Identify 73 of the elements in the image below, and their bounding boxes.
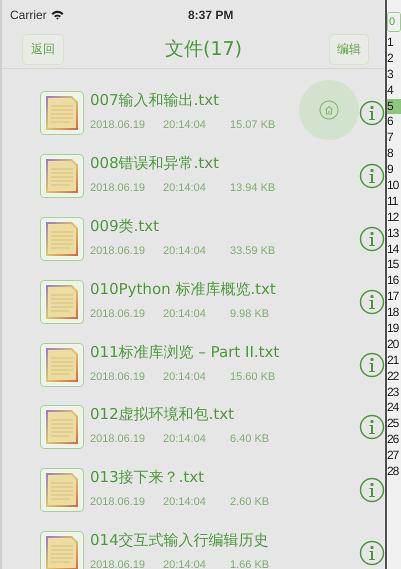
file-size: 6.40 KB bbox=[230, 433, 270, 446]
line-number[interactable]: 26 bbox=[387, 432, 401, 448]
document-icon bbox=[40, 154, 84, 198]
info-icon[interactable] bbox=[359, 288, 385, 315]
line-number[interactable]: 8 bbox=[387, 146, 401, 162]
wifi-icon bbox=[50, 10, 64, 20]
file-date: 2018.06.19 bbox=[90, 496, 146, 508]
line-number[interactable]: 18 bbox=[387, 305, 401, 322]
file-time: 20:14:04 bbox=[163, 370, 207, 383]
nav-title: 文件(17) bbox=[164, 37, 242, 62]
document-icon bbox=[40, 216, 84, 261]
file-date: 2018.06.19 bbox=[90, 433, 146, 446]
line-number[interactable]: 23 bbox=[387, 384, 401, 400]
line-number[interactable]: 27 bbox=[387, 448, 401, 464]
file-time: 20:14:04 bbox=[163, 558, 207, 569]
file-size: 1.66 KB bbox=[230, 558, 270, 569]
line-number[interactable]: 19 bbox=[387, 321, 401, 337]
info-icon[interactable] bbox=[359, 100, 385, 126]
line-number[interactable]: 15 bbox=[387, 257, 401, 274]
file-date: 2018.06.19 bbox=[90, 182, 146, 194]
document-icon bbox=[40, 342, 84, 387]
file-date: 2018.06.19 bbox=[90, 370, 146, 383]
file-size: 15.07 KB bbox=[230, 119, 276, 132]
file-time: 20:14:04 bbox=[163, 119, 207, 132]
document-icon bbox=[40, 405, 84, 450]
document-icon bbox=[40, 530, 84, 569]
line-number[interactable]: 4 bbox=[387, 82, 401, 99]
line-number[interactable]: 12 bbox=[387, 210, 401, 226]
file-time: 20:14:04 bbox=[163, 433, 207, 446]
file-date: 2018.06.19 bbox=[90, 119, 146, 132]
info-icon[interactable] bbox=[359, 352, 385, 378]
file-time: 20:14:04 bbox=[163, 244, 207, 257]
document-icon bbox=[40, 91, 84, 136]
file-date: 2018.06.19 bbox=[90, 558, 146, 569]
line-number[interactable]: 25 bbox=[387, 416, 401, 432]
line-number[interactable]: 9 bbox=[387, 162, 401, 178]
document-icon bbox=[40, 280, 84, 324]
info-icon[interactable] bbox=[359, 163, 385, 190]
line-number[interactable]: 16 bbox=[387, 273, 401, 290]
file-date: 2018.06.19 bbox=[90, 244, 146, 257]
line-number[interactable]: 5 bbox=[387, 98, 401, 114]
file-size: 9.98 KB bbox=[230, 308, 270, 320]
line-number[interactable]: 24 bbox=[387, 400, 401, 416]
line-number[interactable]: 10 bbox=[387, 178, 401, 194]
file-size: 15.60 KB bbox=[230, 370, 276, 383]
file-time: 20:14:04 bbox=[163, 182, 207, 194]
file-date: 2018.06.19 bbox=[90, 308, 146, 320]
file-size: 2.60 KB bbox=[230, 496, 270, 508]
line-number[interactable]: 14 bbox=[387, 242, 401, 258]
line-number[interactable]: 28 bbox=[387, 464, 401, 480]
file-size: 13.94 KB bbox=[230, 182, 276, 194]
status-time: 8:37 PM bbox=[188, 8, 234, 22]
file-time: 20:14:04 bbox=[163, 496, 207, 508]
info-icon[interactable] bbox=[359, 226, 385, 252]
home-icon bbox=[319, 100, 339, 120]
line-number[interactable]: 1 bbox=[387, 35, 401, 51]
line-number[interactable]: 22 bbox=[387, 368, 401, 385]
file-time: 20:14:04 bbox=[163, 308, 207, 320]
line-number[interactable]: 21 bbox=[387, 352, 401, 369]
info-icon[interactable] bbox=[359, 477, 385, 504]
info-icon[interactable] bbox=[359, 540, 385, 566]
line-number[interactable]: 20 bbox=[387, 336, 401, 353]
info-icon[interactable] bbox=[359, 414, 385, 440]
line-number[interactable]: 6 bbox=[387, 114, 401, 130]
line-number[interactable]: 2 bbox=[387, 50, 401, 67]
line-number[interactable]: 17 bbox=[387, 289, 401, 306]
line-number[interactable]: 3 bbox=[387, 66, 401, 83]
line-number[interactable]: 13 bbox=[387, 226, 401, 242]
file-size: 33.59 KB bbox=[230, 244, 276, 257]
line-number[interactable]: 11 bbox=[387, 194, 401, 210]
carrier-label: Carrier bbox=[10, 8, 47, 22]
line-number[interactable]: 7 bbox=[387, 130, 401, 146]
document-icon bbox=[40, 468, 84, 512]
